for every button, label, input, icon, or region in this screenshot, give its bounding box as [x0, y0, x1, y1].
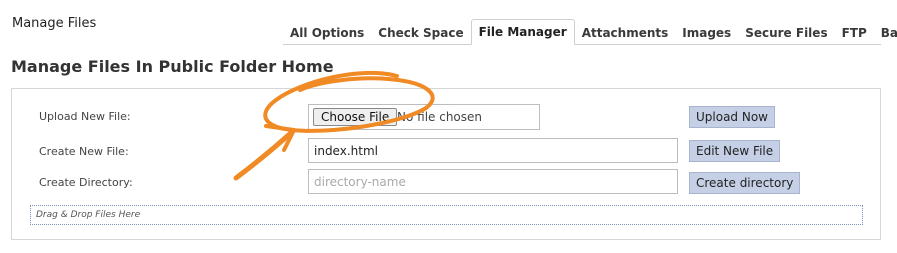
create-directory-label: Create Directory: — [39, 176, 133, 189]
tab-all-options[interactable]: All Options — [283, 20, 371, 44]
section-heading: Manage Files In Public Folder Home — [11, 57, 334, 76]
tab-images[interactable]: Images — [675, 20, 738, 44]
tab-check-space[interactable]: Check Space — [371, 20, 470, 44]
tab-bar: All Options Check Space File Manager Att… — [283, 19, 897, 45]
file-status-text: No file chosen — [397, 110, 483, 124]
drag-drop-text: Drag & Drop Files Here — [36, 210, 141, 220]
tab-attachments[interactable]: Attachments — [575, 20, 676, 44]
create-directory-button[interactable]: Create directory — [689, 172, 801, 194]
choose-file-button[interactable]: Choose File — [313, 108, 398, 126]
upload-now-button[interactable]: Upload Now — [689, 106, 775, 128]
create-file-label: Create New File: — [39, 145, 129, 158]
drag-drop-zone[interactable]: Drag & Drop Files Here — [30, 205, 863, 225]
page-title: Manage Files — [12, 16, 97, 31]
upload-label: Upload New File: — [39, 110, 131, 123]
directory-name-input[interactable] — [308, 169, 678, 194]
tab-ftp[interactable]: FTP — [835, 20, 874, 44]
tab-file-manager[interactable]: File Manager — [470, 19, 575, 45]
tab-backup[interactable]: Backup — [874, 20, 897, 44]
edit-new-file-button[interactable]: Edit New File — [689, 140, 781, 162]
file-upload-field[interactable]: Choose File No file chosen — [308, 104, 540, 130]
tab-secure-files[interactable]: Secure Files — [738, 20, 834, 44]
new-file-name-input[interactable] — [308, 138, 678, 163]
